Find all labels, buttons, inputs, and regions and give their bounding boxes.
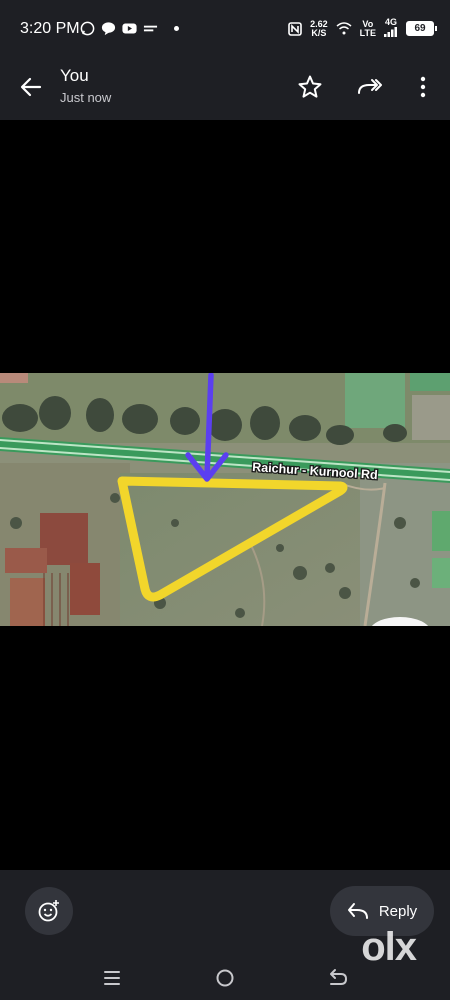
- youtube-icon: [122, 23, 137, 34]
- recent-apps-icon[interactable]: [100, 966, 124, 990]
- reply-label: Reply: [378, 902, 418, 920]
- status-bar: 3:20 PM 2.62 K/S Vo LTE 4G 69: [0, 0, 450, 58]
- title-block: You Just now: [60, 66, 111, 105]
- arrow-left-icon[interactable]: [16, 72, 46, 102]
- speed-unit: K/S: [311, 27, 327, 38]
- nfc-icon: [288, 21, 302, 36]
- whatsapp-icon: [80, 21, 95, 36]
- home-icon[interactable]: [213, 966, 237, 990]
- chat-icon: [101, 22, 116, 36]
- page-title: You: [60, 66, 89, 85]
- forward-icon[interactable]: [355, 73, 383, 101]
- signal-indicator: 4G: [384, 18, 398, 39]
- more-notifications-dot: [174, 26, 179, 31]
- satellite-map-image[interactable]: Raichur - Kurnool Rd: [0, 373, 450, 626]
- network-speed: 2.62 K/S: [310, 19, 328, 38]
- bottom-bar: Reply olx: [0, 870, 450, 1000]
- status-time: 3:20 PM: [20, 20, 80, 37]
- emoji-reaction-button[interactable]: [25, 887, 73, 935]
- volte-indicator: Vo LTE: [359, 19, 376, 38]
- image-viewer[interactable]: Raichur - Kurnool Rd: [0, 120, 450, 870]
- star-icon[interactable]: [296, 73, 324, 101]
- signal-icon: [384, 27, 397, 37]
- app-bar: You Just now: [0, 58, 450, 120]
- app-notification-icon: [143, 25, 158, 32]
- reply-icon: [347, 903, 368, 919]
- volte-bottom: LTE: [359, 27, 376, 38]
- status-right: 2.62 K/S Vo LTE 4G 69: [288, 18, 437, 39]
- more-vertical-icon[interactable]: [409, 73, 437, 101]
- battery-icon: 69: [406, 21, 437, 36]
- page-subtitle: Just now: [60, 90, 112, 105]
- signal-label: 4G: [384, 17, 397, 27]
- system-nav-bar: [0, 960, 450, 1000]
- notification-icons: [80, 21, 179, 36]
- wifi-icon: [336, 22, 352, 35]
- back-nav-icon[interactable]: [326, 966, 350, 990]
- add-reaction-icon: [38, 900, 59, 922]
